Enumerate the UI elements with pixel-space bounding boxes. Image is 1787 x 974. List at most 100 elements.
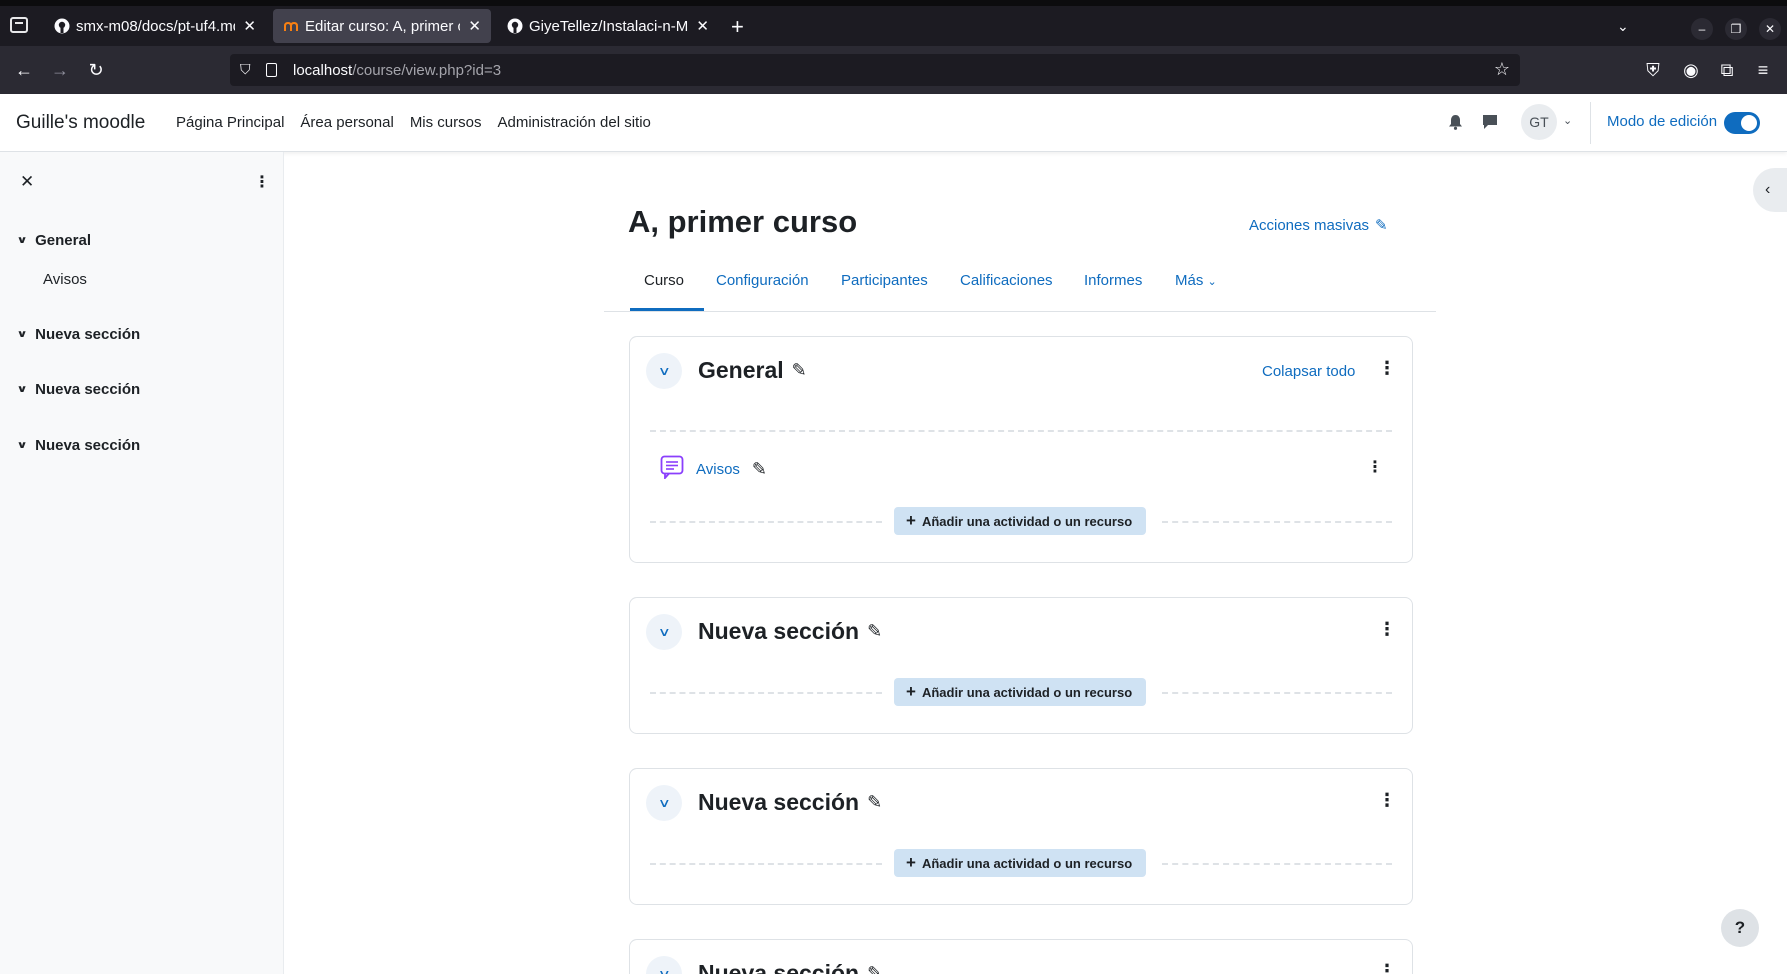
add-activity-button[interactable]: + Añadir una actividad o un recurso (894, 849, 1146, 877)
primary-navigation: Página Principal Área personal Mis curso… (176, 114, 651, 131)
chevron-down-icon[interactable]: ⌄ (1563, 114, 1572, 127)
plus-icon: + (906, 853, 916, 872)
page-info-icon[interactable] (266, 63, 277, 77)
forward-arrow-icon[interactable]: → (48, 58, 72, 82)
section-title-text: Nueva sección (698, 789, 860, 815)
course-section: ∨ Nueva sección ✎ ⋮ (629, 939, 1413, 974)
browser-tab[interactable]: smx-m08/docs/pt-uf4.md ✕ (44, 9, 266, 43)
secondary-navigation: Curso Configuración Participantes Califi… (604, 258, 1436, 312)
pencil-icon[interactable]: ✎ (792, 360, 807, 381)
section-title: Nueva sección ✎ (698, 960, 882, 974)
activity-link-avisos[interactable]: Avisos (696, 461, 740, 478)
chevron-down-icon[interactable]: ∨ (16, 235, 27, 246)
tab-more[interactable]: Más ⌄ (1175, 272, 1217, 289)
course-section: ∨ General ✎ Colapsar todo ⋮ Avisos ✎ ⋮ +… (629, 336, 1413, 563)
url-bar[interactable]: ⛉ localhost/course/view.php?id=3 ☆ (230, 54, 1520, 86)
pencil-icon[interactable]: ✎ (867, 963, 882, 974)
pocket-icon[interactable]: ⛨ (1641, 58, 1665, 82)
github-icon (507, 18, 523, 34)
shield-icon[interactable]: ⛉ (240, 61, 251, 78)
add-activity-button[interactable]: + Añadir una actividad o un recurso (894, 678, 1146, 706)
tab-participants[interactable]: Participantes (841, 272, 928, 289)
chevron-down-icon: ∨ (657, 967, 671, 974)
browser-nav-bar: ← → ↻ ⛉ localhost/course/view.php?id=3 ☆… (0, 46, 1787, 94)
avatar[interactable]: GT (1521, 104, 1557, 140)
page-title: A, primer curso (628, 204, 858, 239)
drawer-section[interactable]: ∨ General (16, 232, 91, 249)
chevron-down-icon[interactable]: ∨ (16, 384, 27, 395)
section-title-text: General (698, 357, 784, 383)
url-text[interactable]: localhost/course/view.php?id=3 (293, 62, 501, 79)
close-icon[interactable]: ✕ (20, 172, 34, 192)
collapse-section-button[interactable]: ∨ (646, 614, 682, 650)
drawer-section[interactable]: ∨ Nueva sección (16, 326, 140, 343)
drawer-section[interactable]: ∨ Nueva sección (16, 437, 141, 454)
chevron-down-icon[interactable]: ⌄ (1617, 18, 1629, 35)
kebab-menu-icon[interactable]: ⋮ (1378, 358, 1396, 379)
collapse-section-button[interactable]: ∨ (646, 353, 682, 389)
github-icon (54, 18, 70, 34)
section-title-text: Nueva sección (698, 960, 860, 974)
nav-site-admin[interactable]: Administración del sitio (498, 114, 651, 131)
collapse-section-button[interactable]: ∨ (646, 785, 682, 821)
kebab-menu-icon[interactable]: ⋮ (1367, 457, 1383, 477)
pencil-icon[interactable]: ✎ (752, 459, 767, 480)
plus-icon: + (906, 511, 916, 530)
browser-tab[interactable]: GiyeTellez/Instalaci-n-Moodle ✕ (497, 9, 719, 43)
drawer-section-title: Nueva sección (35, 437, 141, 454)
add-activity-button[interactable]: + Añadir una actividad o un recurso (894, 507, 1146, 535)
chevron-left-icon: ‹ (1765, 181, 1771, 198)
nav-dashboard[interactable]: Área personal (300, 114, 393, 131)
chevron-down-icon: ∨ (657, 796, 671, 810)
pencil-icon[interactable]: ✎ (867, 621, 882, 642)
tab-course[interactable]: Curso (644, 272, 684, 289)
bell-icon[interactable] (1448, 114, 1463, 135)
minimize-icon[interactable]: – (1691, 18, 1713, 40)
tab-settings[interactable]: Configuración (716, 272, 809, 289)
chevron-down-icon: ⌄ (1207, 276, 1217, 288)
divider (1590, 102, 1591, 144)
bookmark-star-icon[interactable]: ☆ (1494, 59, 1510, 80)
tab-title: smx-m08/docs/pt-uf4.md (76, 17, 236, 35)
drawer-section-title: General (35, 232, 91, 249)
tab-reports[interactable]: Informes (1084, 272, 1142, 289)
messages-icon[interactable] (1482, 114, 1498, 135)
site-brand[interactable]: Guille's moodle (16, 112, 145, 134)
divider (1162, 521, 1392, 523)
close-icon[interactable]: ✕ (468, 17, 481, 35)
kebab-menu-icon[interactable]: ⋮ (1378, 619, 1396, 640)
tab-grades[interactable]: Calificaciones (960, 272, 1053, 289)
new-tab-button[interactable]: + (731, 14, 744, 40)
divider (650, 430, 1392, 432)
edit-mode-label: Modo de edición (1607, 113, 1718, 130)
restore-icon[interactable]: ❐ (1725, 18, 1747, 40)
tab-list-icon[interactable] (10, 17, 28, 33)
bulk-actions-link[interactable]: Acciones masivas ✎ (1249, 216, 1388, 235)
nav-my-courses[interactable]: Mis cursos (410, 114, 482, 131)
help-button[interactable]: ? (1721, 909, 1759, 947)
close-icon[interactable]: ✕ (696, 17, 709, 35)
chevron-down-icon[interactable]: ∨ (16, 329, 27, 340)
forum-icon (660, 455, 684, 483)
edit-mode-toggle[interactable] (1724, 112, 1760, 134)
account-icon[interactable]: ◉ (1679, 58, 1703, 82)
back-arrow-icon[interactable]: ← (12, 58, 36, 82)
close-icon[interactable]: ✕ (243, 17, 256, 35)
drawer-item-avisos[interactable]: Avisos (43, 271, 87, 288)
kebab-menu-icon[interactable]: ⋮ (1378, 961, 1396, 974)
extensions-icon[interactable]: ⧉ (1715, 58, 1739, 82)
drawer-section[interactable]: ∨ Nueva sección (16, 381, 140, 398)
pencil-icon[interactable]: ✎ (867, 792, 882, 813)
nav-home[interactable]: Página Principal (176, 114, 284, 131)
open-block-drawer-button[interactable]: ‹ (1753, 168, 1787, 212)
menu-icon[interactable]: ≡ (1751, 58, 1775, 82)
window-close-icon[interactable]: ✕ (1759, 18, 1781, 40)
reload-icon[interactable]: ↻ (84, 58, 108, 82)
divider (650, 692, 882, 694)
kebab-menu-icon[interactable]: ⋮ (1378, 790, 1396, 811)
browser-tab-active[interactable]: Editar curso: A, primer curso ✕ (273, 9, 491, 43)
chevron-down-icon[interactable]: ∨ (16, 440, 27, 451)
collapse-section-button[interactable]: ∨ (646, 956, 682, 974)
kebab-menu-icon[interactable]: ⋮ (254, 172, 270, 192)
collapse-all-link[interactable]: Colapsar todo (1262, 363, 1355, 380)
